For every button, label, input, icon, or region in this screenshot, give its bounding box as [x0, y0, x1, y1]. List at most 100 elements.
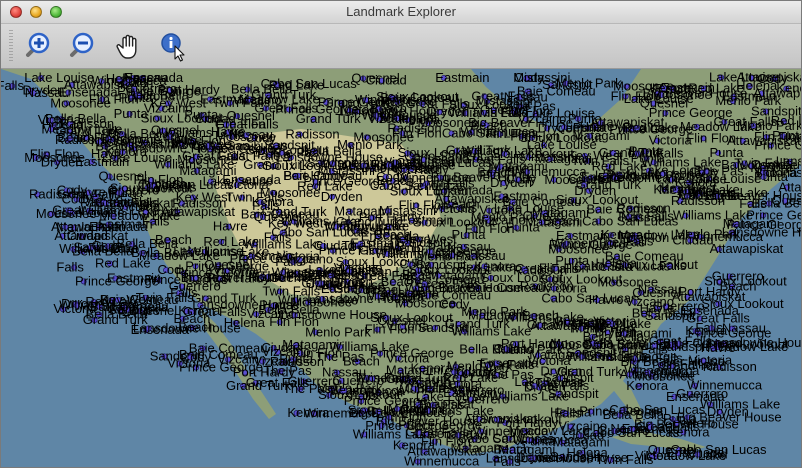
- landmark-label: Nassau: [638, 281, 682, 296]
- landmark-label: Key West: [100, 292, 156, 307]
- landmark-label: Moosonee: [24, 150, 85, 165]
- landmark-label: Lake Louise: [24, 70, 94, 85]
- landmark-label: Cody: [506, 172, 537, 187]
- landmark-label: Cabo San Lucas: [442, 125, 539, 140]
- landmark-label: Radisson: [172, 195, 226, 210]
- landmark-label: Helena: [596, 256, 638, 271]
- landmark-label: Kenora: [668, 424, 711, 439]
- landmark-label: Grand Turk: [576, 177, 642, 192]
- landmark-label: Vizcaino: [253, 353, 302, 368]
- landmark-label: Sioux Lookout: [398, 145, 481, 160]
- landmark-label: Attawapiskat: [727, 133, 801, 148]
- landmark-label: Williams Lake: [154, 157, 234, 172]
- pan-button[interactable]: [113, 30, 145, 62]
- hand-icon: [116, 34, 137, 59]
- landmark-label: Mistassini: [379, 203, 436, 218]
- landmark-label: Radisson: [29, 186, 83, 201]
- map-view[interactable]: Radisson Cabo San Lucas Punta The Pas Sioux …: [1, 69, 801, 467]
- landmark-label: Winnemucca: [324, 219, 400, 234]
- landmark-label: Red Lake: [592, 158, 648, 173]
- landmark-label: Grand Turk: [226, 378, 292, 393]
- landmark-label: Twin Falls: [417, 176, 475, 191]
- landmark-label: Baie Comeau: [663, 336, 742, 351]
- landmark-label: Quesnel: [772, 193, 801, 208]
- landmark-label: Flin Flon: [539, 261, 589, 276]
- landmark-label: Ciudad: [446, 427, 487, 442]
- landmark-label: Flin Flon: [611, 88, 661, 103]
- landmark-label: Bella Bella: [367, 404, 429, 419]
- landmark-label: Menlo Park: [461, 304, 527, 319]
- landmark-label: Cody: [376, 169, 407, 184]
- landmark-label: Beach: [522, 308, 559, 323]
- landmark-label: Nassau: [91, 134, 135, 149]
- landmark-label: Cody: [181, 350, 212, 365]
- zoom-out-button[interactable]: [65, 30, 97, 62]
- landmark-label: Prince George: [746, 207, 801, 222]
- landmark-label: Cabo San Lucas: [582, 213, 679, 228]
- landmark-label: Victoria: [689, 353, 733, 368]
- landmark-label: Cody: [154, 129, 185, 144]
- landmark-label: Sioux Lookout: [492, 146, 575, 161]
- landmark-label: Guerrero: [712, 268, 764, 283]
- landmark-label: Punta: [754, 169, 789, 184]
- landmark-label: Great Falls: [95, 195, 159, 210]
- info-icon: [161, 33, 185, 62]
- landmark-label: Eastmain: [435, 70, 489, 85]
- landmark-label: Great Falls: [526, 378, 590, 393]
- landmark-label: Cody: [399, 256, 430, 271]
- toolbar: [1, 24, 801, 69]
- landmark-label: Eastmain: [634, 364, 688, 379]
- landmark-label: Flin Flon: [392, 125, 442, 140]
- landmark-label: Victoria: [386, 350, 430, 365]
- landmark-label: Sioux Lookout: [480, 412, 563, 427]
- landmark-label: Winnemucca: [404, 454, 480, 467]
- landmark-label: Ensenada: [480, 355, 539, 370]
- landmark-label: Falls: [56, 260, 84, 275]
- landmark-label: Kenora: [287, 405, 330, 420]
- info-button[interactable]: [157, 30, 189, 62]
- landmark-label: Lansdowne House: [133, 321, 241, 336]
- landmark-label: Ciudad: [366, 73, 407, 88]
- zoom-out-icon: [70, 32, 94, 57]
- landmark-label: Great Falls: [183, 304, 247, 319]
- landmark-label: Meadow Lake: [659, 182, 740, 197]
- zoom-in-button[interactable]: [21, 30, 53, 62]
- landmark-label: Falls: [659, 258, 687, 273]
- toolbar-grip: [9, 30, 13, 62]
- window-title: Landmark Explorer: [346, 4, 456, 19]
- landmark-label: Cabo San Lucas: [609, 402, 706, 417]
- landmark-label: Baie Comeau: [503, 194, 582, 209]
- landmark-label: Falls: [1, 78, 24, 93]
- landmark-label: Ensenada: [59, 85, 118, 100]
- landmark-label: Quesnel: [254, 209, 303, 224]
- landmark-label: Red Lake: [203, 234, 259, 249]
- landmark-label: Quesnel: [648, 442, 697, 457]
- landmark-label: Bella Bella: [127, 88, 189, 103]
- landmark-label: Radisson: [317, 268, 371, 283]
- landmark-label: Dryden: [321, 189, 363, 204]
- landmark-label: Great Falls: [406, 96, 470, 111]
- landmark-label: The Pas: [270, 145, 319, 160]
- landmark-label: Nassau: [504, 89, 548, 104]
- landmark-label: Beach: [330, 383, 367, 398]
- landmark-label: Vizcaino: [144, 100, 193, 115]
- landmark-label: Quesnel: [556, 119, 605, 134]
- landmark-label: Great Falls: [686, 310, 750, 325]
- landmark-label: Red Lake: [443, 370, 499, 385]
- landmark-label: Prince George: [412, 244, 496, 259]
- landmark-label: Falls: [493, 454, 521, 467]
- landmark-label: Sioux Lookout: [701, 296, 784, 311]
- landmark-label: Menlo Park: [471, 209, 537, 224]
- landmark-label: Lansdowne House: [279, 307, 387, 322]
- landmark-label: Havre: [589, 292, 624, 307]
- app-window: Landmark Explorer Radisson Cabo San Luca…: [0, 0, 802, 468]
- landmark-label: Beach: [155, 232, 192, 247]
- landmark-label: Twin Falls: [625, 351, 683, 366]
- landmark-label: Prince George: [75, 273, 159, 288]
- landmark-label: Helena: [736, 78, 778, 93]
- landmark-label: Havre: [213, 219, 248, 234]
- landmark-label: Menlo Park: [737, 118, 801, 133]
- landmark-label: Bella Bella: [131, 245, 193, 260]
- landmark-label: Bella Bella: [86, 306, 148, 321]
- landmark-label: Ciudad: [494, 341, 535, 356]
